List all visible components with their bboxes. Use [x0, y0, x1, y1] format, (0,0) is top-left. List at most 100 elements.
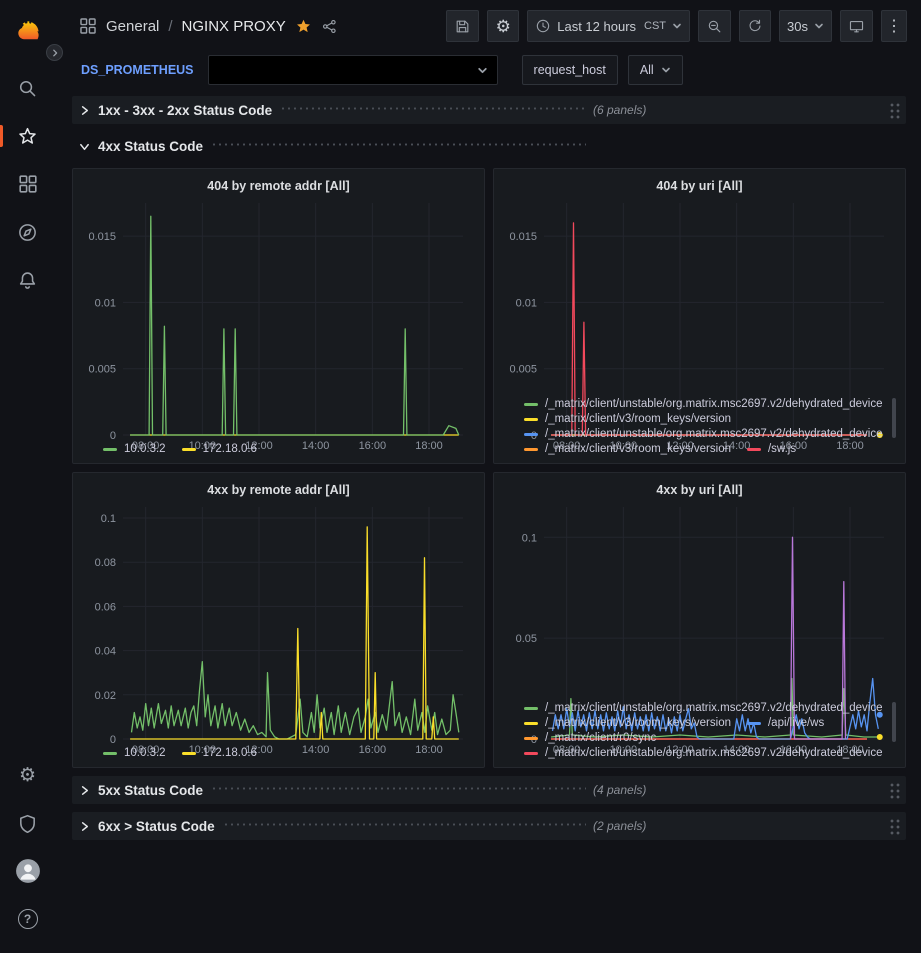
apps-grid-icon[interactable] [79, 17, 97, 35]
panel-title[interactable]: 404 by uri [All] [502, 175, 897, 197]
legend-label: /_matrix/client/unstable/org.matrix.msc2… [545, 702, 883, 714]
dashboard-settings-button[interactable]: ⚙ [487, 10, 519, 42]
refresh-interval-label: 30s [787, 19, 808, 34]
legend-item[interactable]: /_matrix/client/unstable/org.matrix.msc2… [524, 428, 883, 440]
sidebar-item-starred[interactable] [0, 112, 55, 160]
chart-canvas[interactable]: 08:0010:0012:0014:0016:0018:0000.0050.01… [81, 197, 476, 440]
chart-canvas[interactable]: 08:0010:0012:0014:0016:0018:0000.020.040… [81, 501, 476, 744]
legend-scrollbar[interactable] [892, 398, 896, 438]
legend-label: /_matrix/client/unstable/org.matrix.msc2… [545, 428, 883, 440]
svg-text:0.015: 0.015 [509, 231, 537, 243]
legend-item[interactable]: /_matrix/client/r0/sync [524, 732, 656, 744]
legend-swatch [103, 448, 117, 451]
star-icon [17, 126, 38, 147]
row-title-group: 6xx > Status Code [98, 819, 586, 834]
panel-title[interactable]: 404 by remote addr [All] [81, 175, 476, 197]
legend-swatch [524, 403, 538, 406]
svg-text:0.1: 0.1 [522, 532, 537, 544]
legend-item[interactable]: 172.18.0.6 [182, 443, 257, 455]
legend-item[interactable]: /_matrix/client/v3/room_keys/version [524, 413, 731, 425]
legend-item[interactable]: /_matrix/client/unstable/org.matrix.msc2… [524, 747, 883, 759]
legend-swatch [524, 448, 538, 451]
row-header-1xx-3xx-2xx[interactable]: 1xx - 3xx - 2xx Status Code (6 panels) [72, 96, 906, 124]
row-drag-handle[interactable] [889, 818, 900, 835]
sidebar-item-admin[interactable] [0, 799, 55, 847]
panel-grid: 404 by remote addr [All] 08:0010:0012:00… [72, 168, 906, 768]
legend-swatch [524, 722, 538, 725]
sidebar-item-dashboards[interactable] [0, 160, 55, 208]
row-title-group: 4xx Status Code [98, 139, 586, 154]
legend-item[interactable]: 10.0.3.2 [103, 443, 166, 455]
row-title: 1xx - 3xx - 2xx Status Code [98, 103, 272, 118]
panel-title[interactable]: 4xx by uri [All] [502, 479, 897, 501]
sidebar-item-explore[interactable] [0, 208, 55, 256]
refresh-button[interactable] [739, 10, 771, 42]
chart-legend: 10.0.3.2 172.18.0.6 [81, 440, 476, 455]
row-header-4xx[interactable]: 4xx Status Code [72, 132, 906, 160]
chevron-right-icon [78, 784, 91, 797]
legend-item[interactable]: /_matrix/client/v3/room_keys/version [524, 443, 731, 455]
svg-text:0.01: 0.01 [516, 297, 537, 309]
legend-item[interactable]: /_matrix/client/v3/room_keys/version [524, 717, 731, 729]
dotted-leader [211, 143, 586, 146]
legend-scrollbar[interactable] [892, 702, 896, 742]
dotted-leader [211, 787, 586, 790]
sidebar-item-profile[interactable] [0, 847, 55, 895]
gear-icon: ⚙ [19, 766, 36, 785]
legend-label: /_matrix/client/unstable/org.matrix.msc2… [545, 747, 883, 759]
grafana-logo[interactable] [0, 12, 55, 52]
time-range-picker[interactable]: Last 12 hours CST [527, 10, 690, 42]
legend-label: 10.0.3.2 [124, 747, 166, 759]
refresh-interval-picker[interactable]: 30s [779, 10, 832, 42]
legend-label: /_matrix/client/unstable/org.matrix.msc2… [545, 398, 883, 410]
chart-canvas[interactable]: 08:0010:0012:0014:0016:0018:0000.050.1 [502, 501, 897, 699]
svg-text:0.005: 0.005 [509, 364, 537, 376]
legend-item[interactable]: /sw.js [747, 443, 796, 455]
row-drag-handle[interactable] [889, 782, 900, 799]
svg-text:0.04: 0.04 [95, 646, 116, 658]
tv-mode-button[interactable] [840, 10, 873, 42]
sidebar-item-settings[interactable]: ⚙ [0, 751, 55, 799]
request-host-value: All [640, 63, 654, 77]
share-icon[interactable] [321, 18, 338, 35]
zoom-out-icon [706, 18, 723, 35]
page-title[interactable]: NGINX PROXY [182, 18, 286, 35]
legend-item[interactable]: /_matrix/client/unstable/org.matrix.msc2… [524, 702, 883, 714]
sidebar-item-alerting[interactable] [0, 256, 55, 304]
legend-item[interactable]: 172.18.0.6 [182, 747, 257, 759]
chevron-down-icon [672, 21, 682, 31]
sidebar-expand-button[interactable] [46, 44, 63, 61]
chart-canvas[interactable]: 08:0010:0012:0014:0016:0018:0000.0050.01… [502, 197, 897, 395]
row-header-5xx[interactable]: 5xx Status Code (4 panels) [72, 776, 906, 804]
row-title: 4xx Status Code [98, 139, 203, 154]
sidebar-item-help[interactable]: ? [0, 895, 55, 943]
row-drag-handle[interactable] [889, 102, 900, 119]
legend-item[interactable]: /api/live/ws [747, 717, 824, 729]
row-panel-count: (4 panels) [593, 783, 646, 797]
main-area: General / NGINX PROXY ⚙ [55, 0, 921, 953]
row-panel-count: (2 panels) [593, 819, 646, 833]
chevron-down-icon [661, 65, 671, 75]
legend-item[interactable]: /_matrix/client/unstable/org.matrix.msc2… [524, 398, 883, 410]
legend-label: /_matrix/client/v3/room_keys/version [545, 717, 731, 729]
legend-item[interactable]: 10.0.3.2 [103, 747, 166, 759]
favorite-star-icon[interactable] [295, 18, 312, 35]
request-host-select[interactable]: All [628, 55, 683, 85]
svg-text:0.06: 0.06 [95, 601, 116, 613]
zoom-out-button[interactable] [698, 10, 731, 42]
chevron-right-icon [51, 49, 59, 57]
request-host-label-text: request_host [534, 63, 606, 77]
dashboard-menu-button[interactable]: ⋮ [881, 10, 907, 42]
row-header-6xx[interactable]: 6xx > Status Code (2 panels) [72, 812, 906, 840]
breadcrumb-section[interactable]: General [106, 18, 159, 35]
legend-swatch [524, 752, 538, 755]
row-title: 6xx > Status Code [98, 819, 215, 834]
row-title-group: 1xx - 3xx - 2xx Status Code [98, 103, 586, 118]
datasource-variable-label[interactable]: DS_PROMETHEUS [81, 63, 194, 77]
save-dashboard-button[interactable] [446, 10, 479, 42]
svg-text:0.005: 0.005 [88, 364, 116, 376]
sidebar-item-search[interactable] [0, 64, 55, 112]
legend-swatch [103, 752, 117, 755]
panel-title[interactable]: 4xx by remote addr [All] [81, 479, 476, 501]
datasource-select[interactable] [208, 55, 498, 85]
